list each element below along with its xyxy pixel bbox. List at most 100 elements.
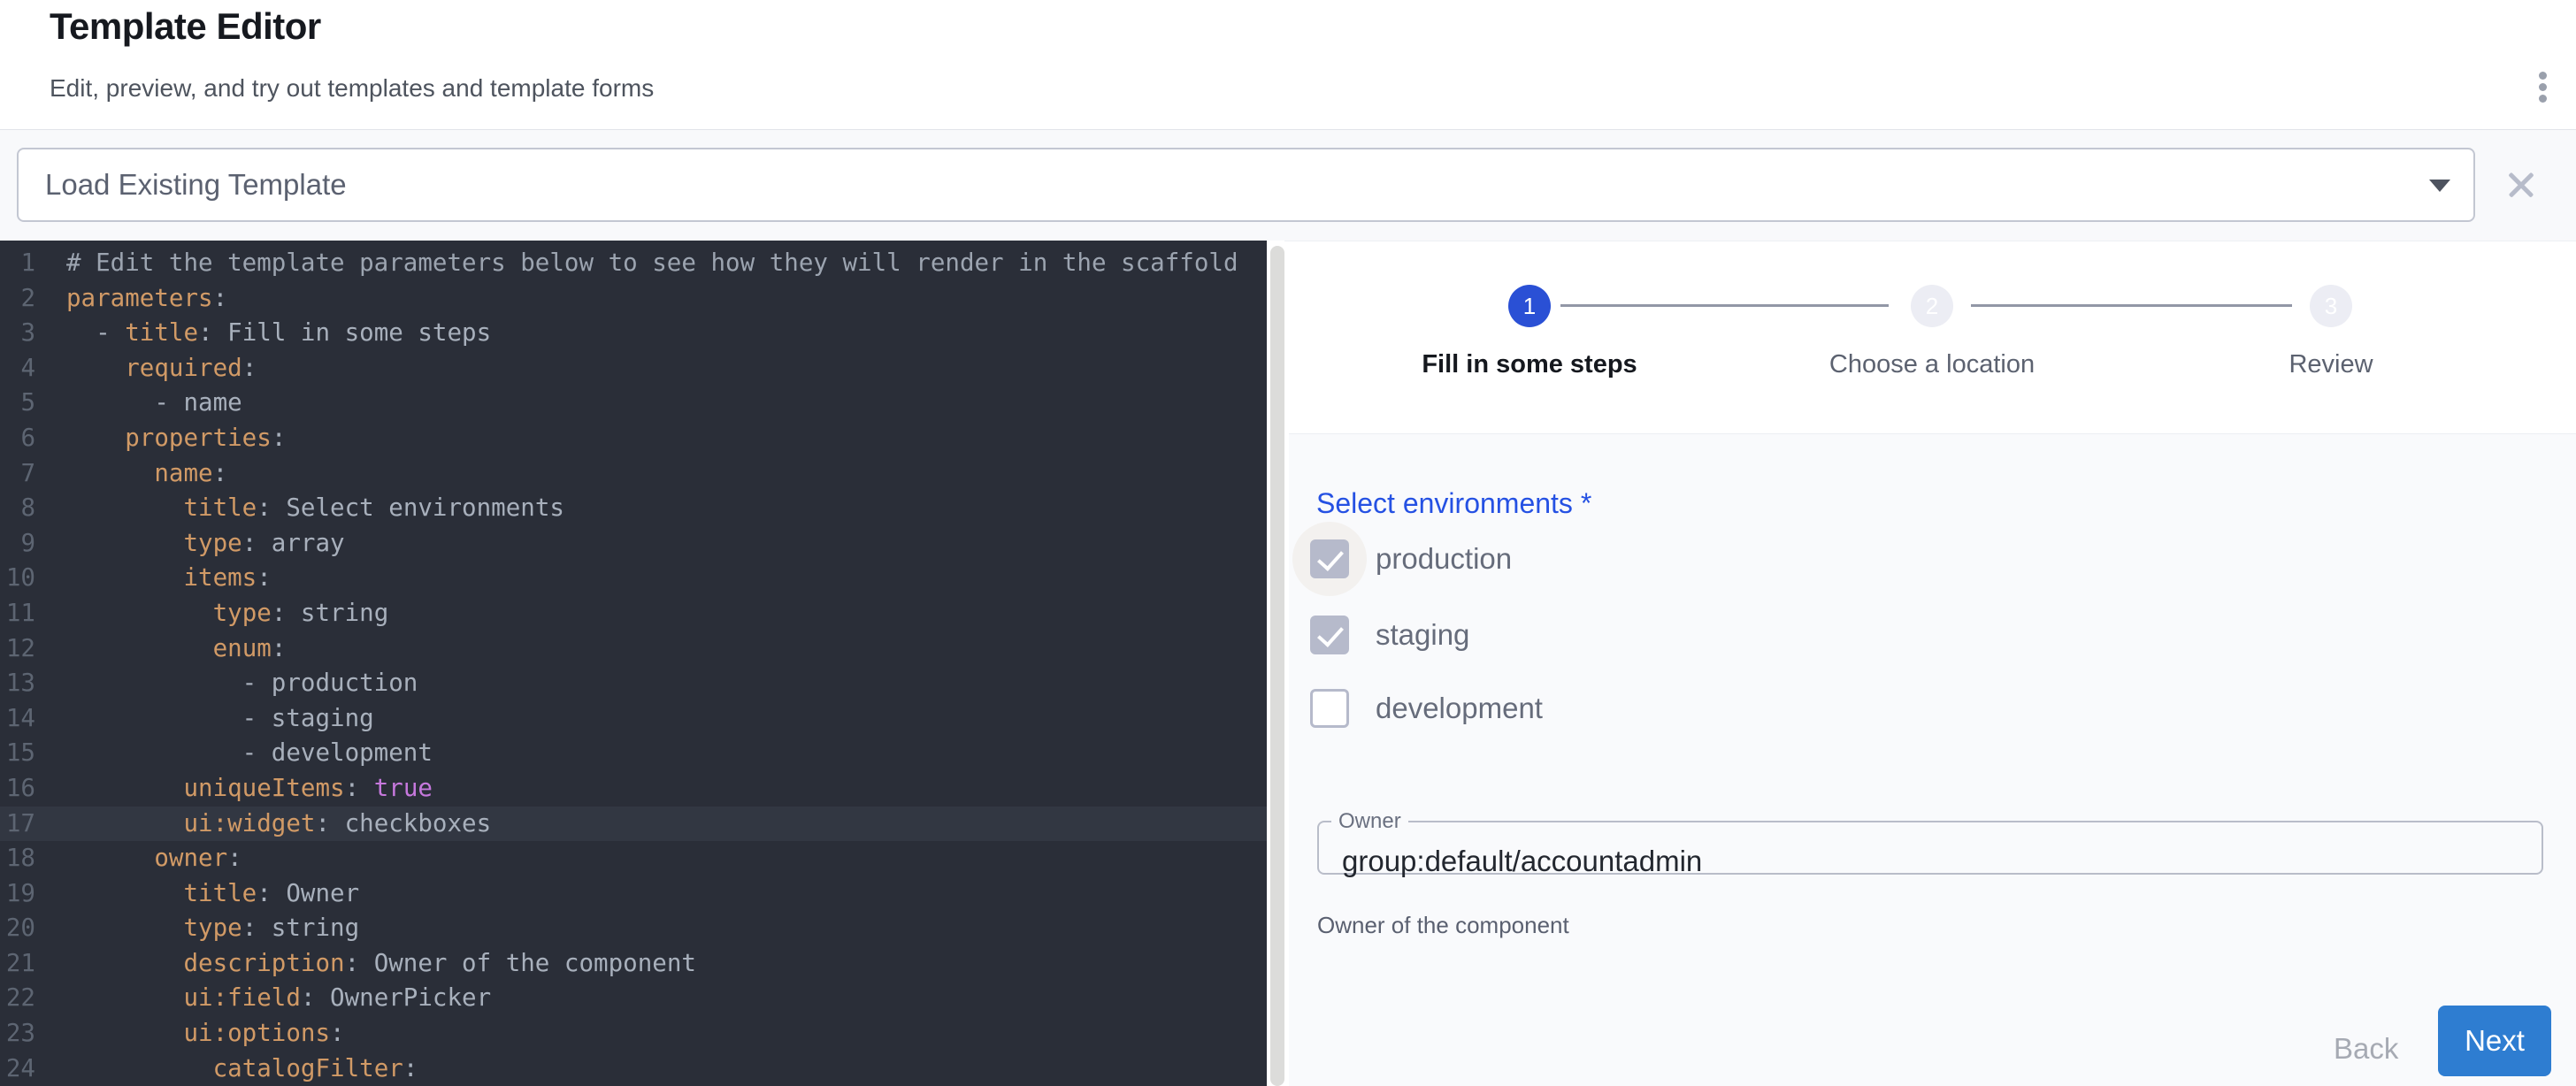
line-number: 9	[0, 526, 35, 562]
code-text: parameters:	[66, 284, 227, 312]
line-number: 6	[0, 421, 35, 456]
required-asterisk: *	[1573, 487, 1591, 519]
code-line[interactable]: 1 # Edit the template parameters below to…	[0, 246, 1267, 281]
code-editor[interactable]: 1 # Edit the template parameters below to…	[0, 241, 1267, 1086]
code-line[interactable]: 22 ui:field: OwnerPicker	[0, 981, 1267, 1016]
owner-helper-text: Owner of the component	[1317, 912, 1569, 939]
code-text: owner:	[66, 844, 242, 872]
line-number: 21	[0, 946, 35, 982]
code-line[interactable]: 21 description: Owner of the component	[0, 946, 1267, 982]
code-line[interactable]: 15 - development	[0, 736, 1267, 771]
wizard-form: Select environments * production staging…	[1289, 433, 2576, 1086]
code-line[interactable]: 19 title: Owner	[0, 876, 1267, 912]
code-line[interactable]: 3 - title: Fill in some steps	[0, 316, 1267, 351]
owner-field-value[interactable]: group:default/accountadmin	[1342, 845, 1702, 878]
line-number: 8	[0, 491, 35, 526]
checkmark-icon	[1317, 620, 1344, 647]
code-text: ui:widget: checkboxes	[66, 809, 491, 837]
step-1-label: Fill in some steps	[1379, 350, 1680, 379]
checkbox-row-production[interactable]: production	[1296, 525, 1512, 593]
code-text: catalogFilter:	[66, 1054, 418, 1082]
more-options-button[interactable]	[2496, 37, 2542, 87]
code-line[interactable]: 11 type: string	[0, 596, 1267, 631]
line-number: 2	[0, 281, 35, 317]
owner-field[interactable]: Owner group:default/accountadmin	[1317, 809, 2543, 875]
load-template-placeholder: Load Existing Template	[45, 149, 347, 220]
step-1-circle: 1	[1508, 285, 1551, 327]
code-text: items:	[66, 563, 272, 592]
code-line[interactable]: 24 catalogFilter:	[0, 1052, 1267, 1086]
page-title: Template Editor	[50, 5, 321, 48]
line-number: 14	[0, 701, 35, 737]
step-2-circle: 2	[1911, 285, 1953, 327]
code-text: - name	[66, 388, 242, 417]
code-text: - development	[66, 738, 433, 767]
environments-label: Select environments *	[1316, 487, 1591, 520]
code-line[interactable]: 5 - name	[0, 386, 1267, 421]
template-editor-page: Template Editor Edit, preview, and try o…	[0, 0, 2576, 1086]
production-checkbox[interactable]	[1310, 539, 1349, 578]
owner-field-label: Owner	[1331, 809, 1408, 834]
line-number: 24	[0, 1052, 35, 1086]
code-line[interactable]: 7 name:	[0, 456, 1267, 492]
line-number: 1	[0, 246, 35, 281]
code-line[interactable]: 4 required:	[0, 351, 1267, 386]
code-line[interactable]: 9 type: array	[0, 526, 1267, 562]
code-text: type: string	[66, 914, 359, 942]
line-number: 11	[0, 596, 35, 631]
next-button[interactable]: Next	[2438, 1006, 2551, 1076]
checkbox-label[interactable]: staging	[1376, 618, 1469, 652]
step-connector	[1560, 304, 1889, 307]
code-line[interactable]: 16 uniqueItems: true	[0, 771, 1267, 807]
back-button[interactable]: Back	[2328, 1025, 2403, 1073]
checkbox-label[interactable]: production	[1376, 542, 1512, 576]
code-line[interactable]: 12 enum:	[0, 631, 1267, 667]
code-line[interactable]: 6 properties:	[0, 421, 1267, 456]
page-header: Template Editor Edit, preview, and try o…	[0, 0, 2576, 129]
code-line[interactable]: 10 items:	[0, 561, 1267, 596]
editor-lines: 1 # Edit the template parameters below to…	[0, 246, 1267, 1086]
step-connector	[1971, 304, 2292, 307]
code-line[interactable]: 20 type: string	[0, 911, 1267, 946]
step-3-circle: 3	[2310, 285, 2352, 327]
code-text: description: Owner of the component	[66, 949, 696, 977]
code-text: ui:field: OwnerPicker	[66, 983, 491, 1012]
staging-checkbox[interactable]	[1310, 616, 1349, 654]
checkbox-row-staging[interactable]: staging	[1296, 601, 1469, 669]
code-text: title: Select environments	[66, 493, 564, 522]
code-text: type: array	[66, 529, 345, 557]
line-number: 22	[0, 981, 35, 1016]
code-line[interactable]: 17 ui:widget: checkboxes	[0, 807, 1267, 842]
caret-down-icon	[2429, 180, 2450, 192]
code-text: enum:	[66, 634, 286, 662]
code-text: name:	[66, 459, 227, 487]
code-text: properties:	[66, 424, 286, 452]
code-line[interactable]: 8 title: Select environments	[0, 491, 1267, 526]
code-text: title: Owner	[66, 879, 359, 907]
load-template-select[interactable]: Load Existing Template	[17, 148, 2475, 222]
code-line[interactable]: 13 - production	[0, 666, 1267, 701]
checkbox-label[interactable]: development	[1376, 692, 1543, 725]
line-number: 3	[0, 316, 35, 351]
checkbox-row-development[interactable]: development	[1296, 675, 1543, 742]
code-line[interactable]: 23 ui:options:	[0, 1016, 1267, 1052]
page-subtitle: Edit, preview, and try out templates and…	[50, 74, 654, 103]
clear-template-button[interactable]	[2498, 162, 2544, 208]
line-number: 20	[0, 911, 35, 946]
line-number: 7	[0, 456, 35, 492]
code-line[interactable]: 2 parameters:	[0, 281, 1267, 317]
code-text: # Edit the template parameters below to …	[66, 249, 1238, 277]
line-number: 18	[0, 841, 35, 876]
line-number: 4	[0, 351, 35, 386]
code-line[interactable]: 18 owner:	[0, 841, 1267, 876]
code-text: type: string	[66, 599, 388, 627]
editor-scrollbar[interactable]	[1270, 246, 1284, 1086]
code-text: ui:options:	[66, 1019, 345, 1047]
code-text: - title: Fill in some steps	[66, 318, 491, 347]
development-checkbox[interactable]	[1310, 689, 1349, 728]
step-3-label: Review	[2181, 350, 2481, 379]
line-number: 17	[0, 807, 35, 842]
code-text: uniqueItems: true	[66, 774, 433, 802]
code-line[interactable]: 14 - staging	[0, 701, 1267, 737]
line-number: 15	[0, 736, 35, 771]
